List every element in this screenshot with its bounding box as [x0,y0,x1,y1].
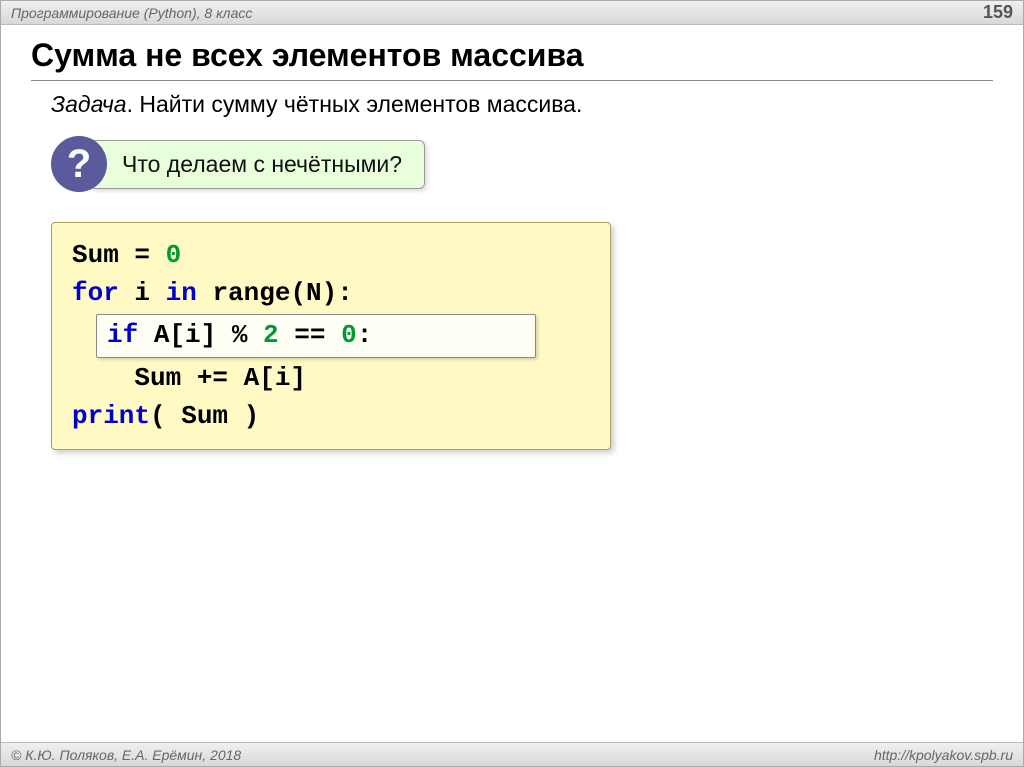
task-label: Задача [51,91,127,117]
code-line-4: Sum += A[i] [72,360,590,398]
slide-content: Сумма не всех элементов массива Задача. … [1,25,1023,450]
slide-header: Программирование (Python), 8 класс 159 [1,1,1023,25]
task-text: Задача. Найти сумму чётных элементов мас… [31,91,993,118]
code-highlight-box: if A[i] % 2 == 0: [96,314,536,358]
question-text: Что делаем с нечётными? [89,140,425,189]
footer-right: http://kpolyakov.spb.ru [874,747,1013,763]
title-divider [31,80,993,81]
question-mark-icon: ? [51,136,107,192]
code-line-2: for i in range(N): [72,275,590,313]
code-block: Sum = 0 for i in range(N): if A[i] % 2 =… [51,222,611,450]
question-block: ? Что делаем с нечётными? [51,136,993,192]
task-body: . Найти сумму чётных элементов массива. [127,91,583,117]
header-left: Программирование (Python), 8 класс [11,5,252,21]
code-line-1: Sum = 0 [72,237,590,275]
code-line-5: print( Sum ) [72,398,590,436]
footer-left: © К.Ю. Поляков, Е.А. Ерёмин, 2018 [11,747,241,763]
page-number: 159 [983,2,1013,23]
slide-footer: © К.Ю. Поляков, Е.А. Ерёмин, 2018 http:/… [1,742,1023,766]
page-title: Сумма не всех элементов массива [31,37,993,74]
